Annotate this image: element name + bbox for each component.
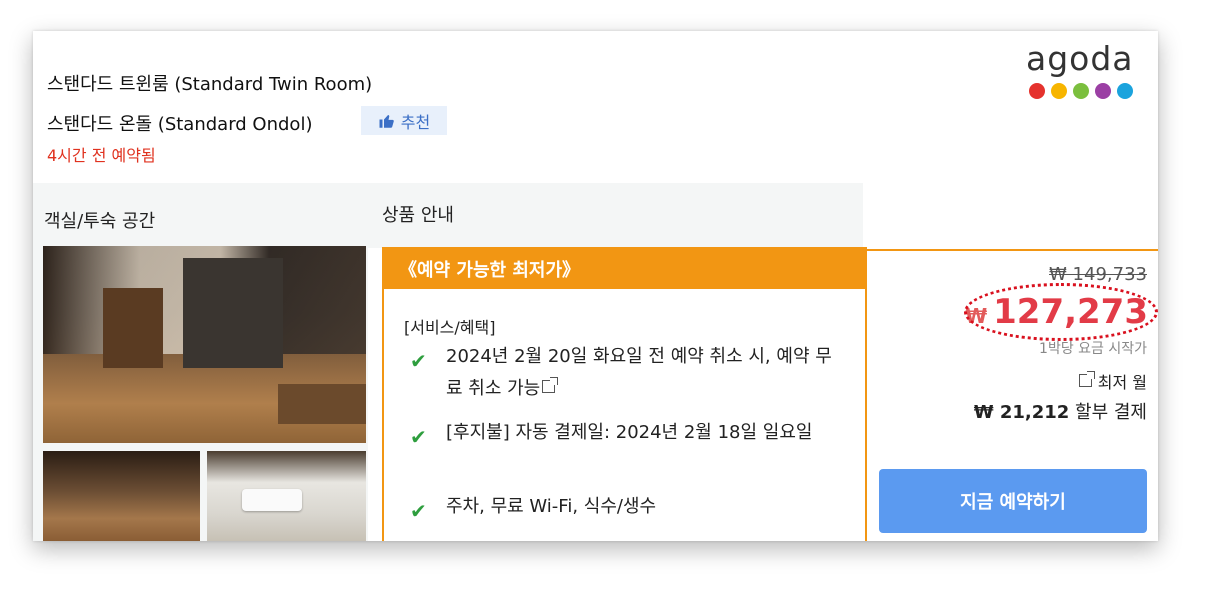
room-title-secondary: 스탠다드 온돌 (Standard Ondol) bbox=[47, 114, 313, 135]
benefit-text: 2024년 2월 20일 화요일 전 예약 취소 시, 예약 무료 취소 가능 bbox=[446, 346, 832, 399]
logo-dot-red bbox=[1029, 83, 1045, 99]
logo-text: agoda bbox=[1026, 39, 1134, 78]
benefit-text: [후지불] 자동 결제일: 2024년 2월 18일 일요일 bbox=[446, 422, 813, 443]
installment-amount: ₩ 21,212 bbox=[973, 402, 1070, 423]
benefit-item: ✔ 주차, 무료 Wi-Fi, 식수/생수 bbox=[410, 491, 836, 523]
min-month-label: 최저 월 bbox=[1097, 373, 1147, 392]
per-night-note: 1박당 요금 시작가 bbox=[1039, 341, 1147, 357]
room-photos-panel: 객실/투숙 공간 bbox=[33, 183, 368, 541]
min-month-row: 최저 월 bbox=[1077, 369, 1147, 393]
book-now-button[interactable]: 지금 예약하기 bbox=[879, 469, 1147, 533]
logo-dots bbox=[1026, 83, 1146, 99]
check-icon: ✔ bbox=[410, 499, 427, 523]
original-price: ₩ 149,733 bbox=[1049, 264, 1147, 285]
product-offer-box: 《예약 가능한 최저가》 [서비스/혜택] ✔ 2024년 2월 20일 화요일… bbox=[382, 247, 867, 541]
benefit-text: 주차, 무료 Wi-Fi, 식수/생수 bbox=[446, 496, 657, 517]
room-photo-thumb-2[interactable] bbox=[207, 451, 366, 541]
room-title-primary: 스탠다드 트윈룸 (Standard Twin Room) bbox=[47, 74, 373, 95]
check-icon: ✔ bbox=[410, 349, 427, 373]
logo-dot-blue bbox=[1117, 83, 1133, 99]
rooms-label: 객실/투숙 공간 bbox=[44, 211, 156, 232]
logo-dot-green bbox=[1073, 83, 1089, 99]
room-offer-card: 스탠다드 트윈룸 (Standard Twin Room) 스탠다드 온돌 (S… bbox=[33, 31, 1158, 541]
lowest-price-banner: 《예약 가능한 최저가》 bbox=[384, 249, 865, 289]
recommend-label: 추천 bbox=[400, 112, 431, 132]
logo-dot-yellow bbox=[1051, 83, 1067, 99]
benefit-item: ✔ [후지불] 자동 결제일: 2024년 2월 18일 일요일 bbox=[410, 417, 836, 449]
services-title: [서비스/혜택] bbox=[404, 318, 496, 337]
agoda-logo[interactable]: agoda bbox=[1026, 41, 1146, 99]
room-photo-thumb-1[interactable] bbox=[43, 451, 200, 541]
check-icon: ✔ bbox=[410, 425, 427, 449]
room-photo-main[interactable] bbox=[43, 246, 366, 443]
external-link-icon[interactable] bbox=[542, 377, 559, 393]
product-header: 상품 안내 bbox=[368, 183, 863, 248]
product-section-label: 상품 안내 bbox=[382, 205, 454, 226]
booked-notice: 4시간 전 예약됨 bbox=[47, 146, 156, 165]
installment-row: ₩ 21,212 할부 결제 bbox=[974, 398, 1147, 424]
price-highlight-annotation bbox=[964, 283, 1158, 341]
logo-dot-purple bbox=[1095, 83, 1111, 99]
installment-label: 할부 결제 bbox=[1075, 402, 1147, 423]
external-link-icon[interactable] bbox=[1078, 371, 1095, 387]
thumbs-up-icon bbox=[379, 114, 394, 128]
price-divider bbox=[863, 249, 1158, 251]
recommend-badge: 추천 bbox=[361, 106, 447, 135]
benefit-item: ✔ 2024년 2월 20일 화요일 전 예약 취소 시, 예약 무료 취소 가… bbox=[410, 341, 836, 405]
